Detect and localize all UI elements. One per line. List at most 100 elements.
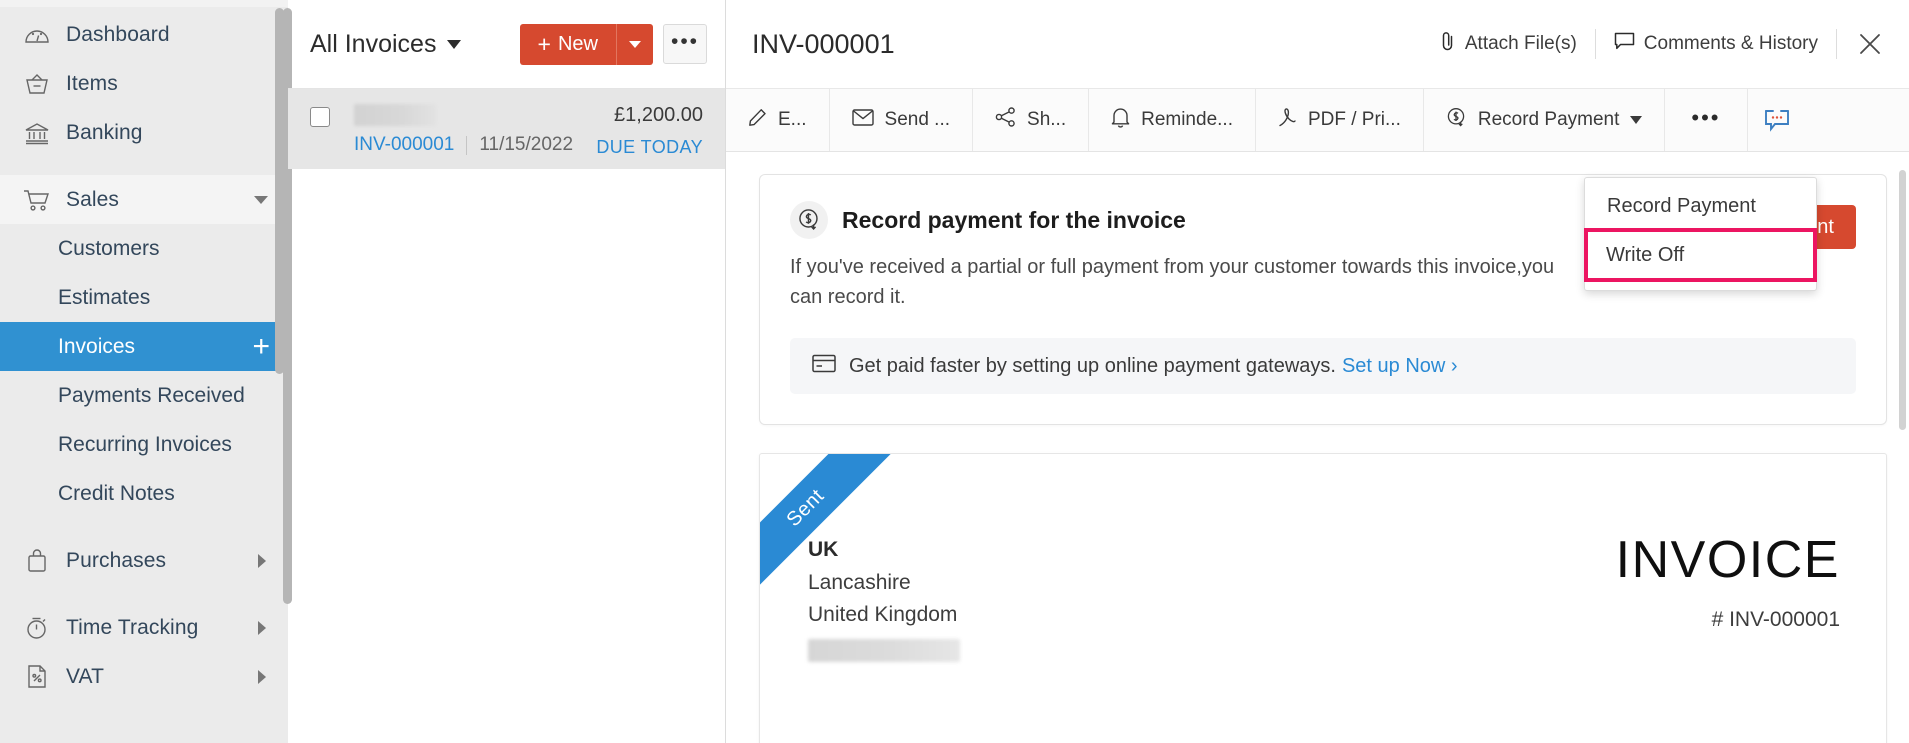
chevron-down-icon (629, 41, 641, 48)
dropdown-item-write-off[interactable]: Write Off (1584, 228, 1817, 282)
sidebar-subitem-label: Payments Received (58, 384, 245, 408)
edit-label: E... (778, 109, 807, 131)
sidebar-item-invoices[interactable]: Invoices + (0, 322, 288, 371)
percent-doc-icon (22, 664, 52, 690)
invoice-amount: £1,200.00 (596, 104, 703, 127)
sidebar-item-label: Items (66, 72, 118, 96)
new-button-label: New (558, 33, 598, 56)
bag-icon (22, 548, 52, 574)
edit-pencil-icon (748, 108, 778, 133)
record-payment-dropdown-button[interactable]: Record Payment (1424, 89, 1666, 151)
envelope-icon (852, 109, 885, 132)
sidebar-top-group: Dashboard Items (0, 0, 288, 157)
address-line-3: United Kingdom (808, 599, 960, 632)
status-ribbon-wrap: Sent (760, 454, 905, 599)
detail-scrollbar[interactable] (1899, 170, 1906, 430)
setup-now-link[interactable]: Set up Now › (1342, 355, 1458, 378)
sidebar-item-label: Dashboard (66, 23, 170, 47)
pdf-icon (1278, 107, 1308, 133)
list-header-actions: + New ••• (520, 24, 707, 65)
sidebar: Dashboard Items (0, 0, 288, 743)
record-payment-card-title: Record payment for the invoice (842, 207, 1186, 234)
sidebar-item-label: Time Tracking (66, 616, 198, 640)
detail-toolbar: E... Send ... (726, 89, 1909, 152)
sidebar-item-banking[interactable]: Banking (0, 108, 288, 157)
new-invoice-button[interactable]: + New (520, 24, 616, 65)
row-checkbox[interactable] (310, 107, 330, 127)
chevron-down-icon (254, 196, 268, 204)
sidebar-gap (0, 157, 288, 175)
attach-files-button[interactable]: Attach File(s) (1421, 26, 1595, 62)
dropdown-item-label: Write Off (1606, 244, 1684, 267)
row-main: INV-000001 11/15/2022 (354, 103, 596, 169)
list-more-actions-button[interactable]: ••• (663, 24, 707, 64)
basket-icon (22, 71, 52, 97)
sidebar-item-vat[interactable]: VAT (0, 652, 288, 701)
cart-icon (22, 187, 52, 213)
sidebar-item-label: Purchases (66, 549, 166, 573)
invoice-number-link[interactable]: INV-000001 (354, 134, 454, 156)
customer-name-redacted (354, 104, 436, 126)
sidebar-item-estimates[interactable]: Estimates (0, 273, 288, 322)
edit-button[interactable]: E... (726, 89, 830, 151)
row-meta: INV-000001 11/15/2022 (354, 134, 596, 156)
share-icon (995, 107, 1027, 133)
plus-icon: + (538, 31, 551, 58)
sidebar-item-credit-notes[interactable]: Credit Notes (0, 469, 288, 518)
send-label: Send ... (885, 109, 951, 131)
detail-header-actions: Attach File(s) Comments & History (1421, 26, 1887, 62)
invoice-doc-header: INVOICE # INV-000001 (1616, 534, 1840, 662)
sidebar-subitem-label: Invoices (58, 335, 135, 359)
sidebar-item-purchases[interactable]: Purchases (0, 536, 288, 585)
send-button[interactable]: Send ... (830, 89, 974, 151)
bank-icon (22, 120, 52, 146)
payment-gateway-banner: Get paid faster by setting up online pay… (790, 338, 1856, 394)
invoice-detail-panel: INV-000001 Attach File(s) (726, 0, 1909, 743)
sidebar-item-time-tracking[interactable]: Time Tracking (0, 603, 288, 652)
sidebar-subitem-label: Estimates (58, 286, 150, 310)
pdf-print-label: PDF / Pri... (1308, 109, 1401, 131)
chevron-right-icon (258, 554, 266, 568)
sidebar-gap-2 (0, 518, 288, 536)
invoice-preview-body: UK Lancashire United Kingdom INVOICE # I… (760, 454, 1886, 662)
payment-gateway-text: Get paid faster by setting up online pay… (849, 355, 1336, 378)
reminders-button[interactable]: Reminde... (1089, 89, 1256, 151)
dropdown-item-record-payment[interactable]: Record Payment (1585, 184, 1816, 228)
toolbar-more-button[interactable]: ••• (1665, 89, 1747, 151)
attach-files-label: Attach File(s) (1465, 33, 1577, 55)
sidebar-item-customers[interactable]: Customers (0, 224, 288, 273)
dropdown-item-label: Record Payment (1607, 195, 1756, 218)
new-button-dropdown-toggle[interactable] (616, 24, 653, 65)
detail-header: INV-000001 Attach File(s) (726, 0, 1909, 89)
sidebar-item-dashboard[interactable]: Dashboard (0, 10, 288, 59)
table-row[interactable]: INV-000001 11/15/2022 £1,200.00 DUE TODA… (288, 89, 725, 169)
chevron-right-icon (258, 670, 266, 684)
paperclip-icon (1439, 31, 1465, 57)
sidebar-item-payments-received[interactable]: Payments Received (0, 371, 288, 420)
sidebar-item-label: Banking (66, 121, 143, 145)
reminders-label: Reminde... (1141, 109, 1233, 131)
timer-icon (22, 615, 52, 641)
status-badge: DUE TODAY (596, 137, 703, 158)
pdf-print-button[interactable]: PDF / Pri... (1256, 89, 1424, 151)
comments-history-button[interactable]: Comments & History (1596, 26, 1836, 62)
comments-history-label: Comments & History (1644, 33, 1818, 55)
money-circle-icon (790, 201, 828, 239)
sidebar-top-strip (0, 0, 288, 7)
list-filter-label: All Invoices (310, 30, 436, 59)
chat-bubble-icon[interactable] (1748, 89, 1806, 151)
invoice-doc-title: INVOICE (1616, 534, 1840, 586)
sidebar-gap-3 (0, 585, 288, 603)
sidebar-item-sales[interactable]: Sales (0, 175, 288, 224)
chevron-down-icon (447, 40, 461, 49)
sidebar-item-recurring-invoices[interactable]: Recurring Invoices (0, 420, 288, 469)
sidebar-item-items[interactable]: Items (0, 59, 288, 108)
close-icon[interactable] (1837, 31, 1887, 57)
list-header: All Invoices + New ••• (288, 0, 725, 89)
share-button[interactable]: Sh... (973, 89, 1089, 151)
invoice-preview: Sent UK Lancashire United Kingdom INVOIC… (759, 453, 1887, 743)
address-line-4-redacted (808, 639, 960, 662)
dashboard-icon (22, 22, 52, 48)
invoice-date: 11/15/2022 (479, 134, 573, 156)
list-filter-dropdown[interactable]: All Invoices (310, 30, 461, 59)
